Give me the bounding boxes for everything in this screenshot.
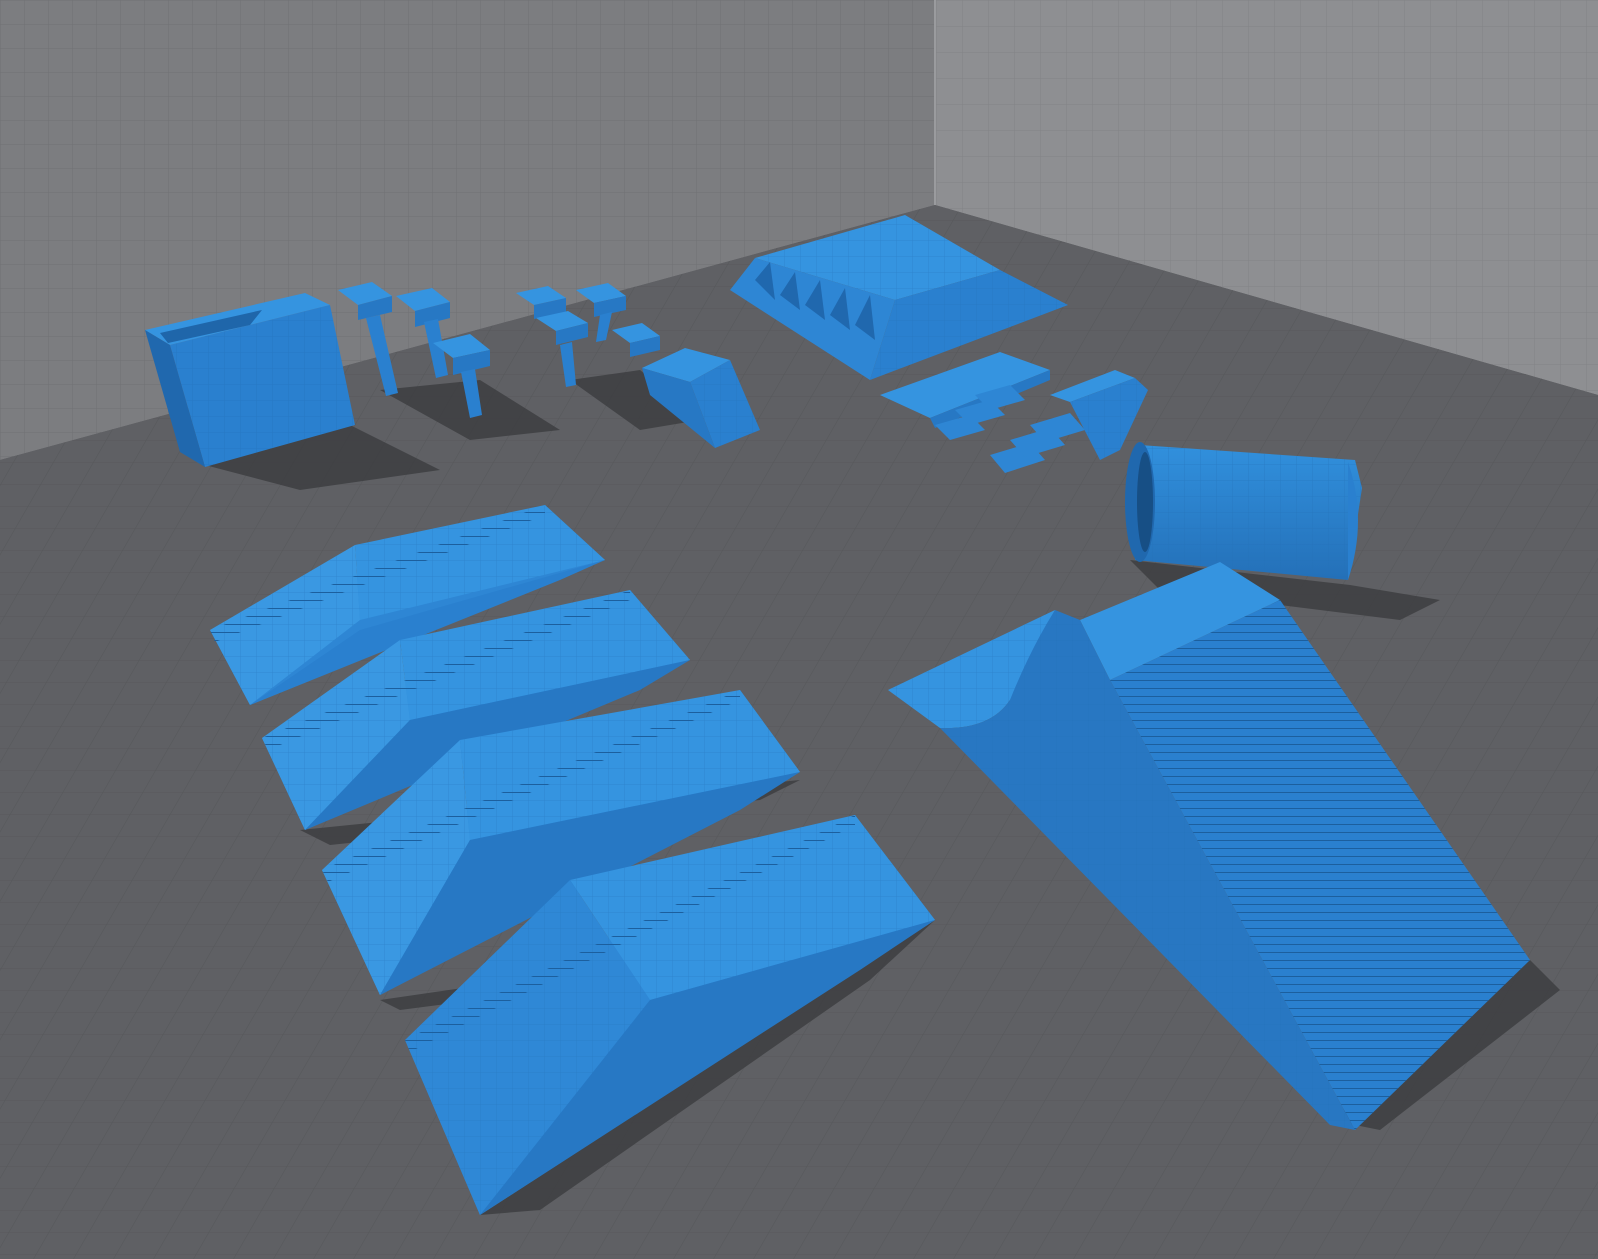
scene-canvas[interactable] <box>0 0 1598 1259</box>
game-viewport[interactable] <box>0 0 1598 1259</box>
half-pipe-tube[interactable] <box>1125 442 1362 580</box>
